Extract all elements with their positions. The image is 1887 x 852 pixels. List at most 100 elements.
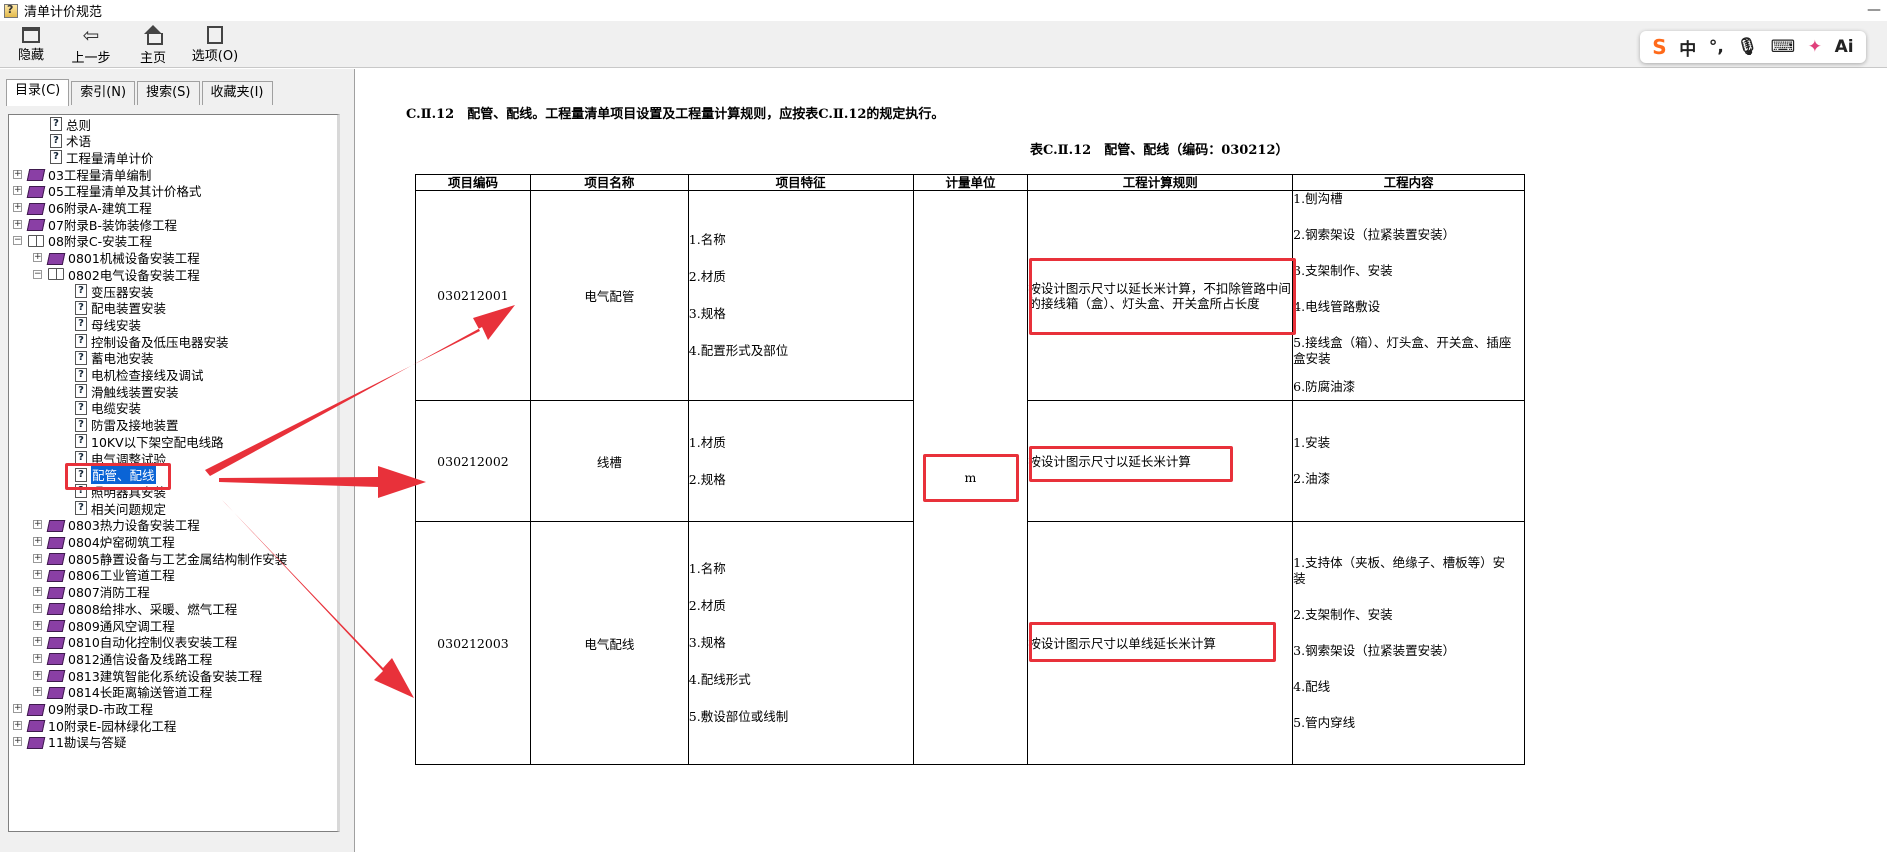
help-page-icon: ?: [75, 434, 87, 449]
expand-icon[interactable]: +: [13, 704, 22, 713]
tree-item[interactable]: +10附录E-园林绿化工程: [13, 717, 176, 734]
sogou-logo-icon[interactable]: S: [1652, 35, 1666, 59]
tree-item[interactable]: +03工程量清单编制: [13, 166, 151, 183]
content-item: 2.支架制作、安装: [1293, 607, 1393, 622]
minimize-icon[interactable]: —: [1867, 2, 1881, 18]
tree-item[interactable]: ? 电机检查接线及调试: [75, 367, 204, 383]
tree-item[interactable]: +0812通信设备及线路工程: [33, 650, 212, 667]
closed-book-icon: [28, 218, 44, 230]
tree-item[interactable]: +0814长距离输送管道工程: [33, 684, 212, 700]
tree-item[interactable]: +05工程量清单及其计价格式: [13, 183, 201, 199]
expand-icon[interactable]: +: [33, 603, 42, 613]
tree-item[interactable]: ? 蓄电池安装: [75, 350, 154, 366]
help-page-icon: ?: [75, 284, 87, 298]
help-page-icon: ?: [50, 117, 62, 131]
tree-item[interactable]: ? 总则: [50, 116, 91, 133]
tree-item[interactable]: ? 相关问题规定: [75, 500, 166, 517]
tree-item[interactable]: +09附录D-市政工程: [13, 701, 153, 717]
collapse-icon[interactable]: −: [33, 269, 42, 279]
item-features: 1.材质 2.规格: [687, 400, 914, 522]
hide-button[interactable]: 隐藏: [2, 24, 60, 66]
tree-item[interactable]: +0805静置设备与工艺金属结构制作安装: [33, 550, 287, 567]
expand-icon[interactable]: +: [13, 720, 22, 730]
tree-item[interactable]: +0813建筑智能化系统设备安装工程: [33, 667, 262, 684]
expand-icon[interactable]: +: [33, 587, 42, 597]
sticker-icon[interactable]: ✦: [1808, 37, 1822, 57]
help-page-icon: ?: [50, 133, 62, 148]
back-button[interactable]: ⇦ 上一步: [62, 24, 120, 66]
tree-item[interactable]: +0810自动化控制仪表安装工程: [33, 634, 237, 650]
home-button[interactable]: 主页: [124, 24, 182, 66]
expand-icon[interactable]: +: [13, 203, 22, 212]
expand-icon[interactable]: +: [33, 620, 42, 630]
closed-book-icon: [48, 519, 64, 531]
contents-tree[interactable]: ? 总则? 术语? 工程量清单计价 +03工程量清单编制 +05工程量清单及其计价格式 +0…: [8, 114, 340, 832]
tree-item[interactable]: ? 电缆安装: [75, 400, 141, 416]
rule-highlight-box: [1029, 622, 1276, 662]
tree-item[interactable]: −0802电气设备安装工程: [33, 266, 200, 283]
open-book-icon: [48, 268, 64, 281]
item-content: 1.支持体（夹板、绝缘子、槽板等）安装 2.支架制作、安装 3.钢索架设（拉紧装…: [1292, 521, 1525, 765]
section-heading: C.Ⅱ.12 配管、配线。工程量清单项目设置及工程量计算规则，应按表C.Ⅱ.12…: [406, 107, 945, 122]
tab-search[interactable]: 搜索(S): [137, 81, 200, 105]
rule-highlight-box: [1029, 258, 1296, 335]
tree-item[interactable]: +11勘误与答疑: [13, 734, 126, 750]
tree-item[interactable]: +0809通风空调工程: [33, 617, 175, 634]
tree-item[interactable]: ? 术语: [50, 133, 91, 149]
feature-item: 2.材质: [688, 598, 726, 613]
tree-item[interactable]: +06附录A-建筑工程: [13, 200, 152, 216]
item-name: 线槽: [529, 400, 689, 522]
expand-icon[interactable]: +: [33, 253, 42, 263]
options-button[interactable]: 选项(O): [186, 24, 244, 66]
tree-item[interactable]: ? 工程量清单计价: [50, 149, 154, 166]
tree-item[interactable]: ? 10KV以下架空配电线路: [75, 433, 224, 450]
tree-item[interactable]: ? 配电装置安装: [75, 300, 166, 316]
collapse-icon[interactable]: −: [13, 236, 22, 246]
expand-icon[interactable]: +: [33, 570, 42, 580]
content-item: 4.电线管路敷设: [1293, 299, 1381, 314]
tree-item[interactable]: +0806工业管道工程: [33, 567, 175, 583]
feature-item: 2.规格: [688, 471, 726, 487]
expand-icon[interactable]: +: [33, 553, 42, 563]
expand-icon[interactable]: +: [13, 219, 22, 229]
tree-item[interactable]: +0803热力设备安装工程: [33, 517, 200, 533]
expand-icon[interactable]: +: [13, 186, 22, 196]
content-item: 3.支架制作、安装: [1293, 263, 1393, 278]
expand-icon[interactable]: +: [33, 653, 42, 663]
tab-index[interactable]: 索引(N): [71, 81, 136, 105]
tab-contents[interactable]: 目录(C): [6, 79, 70, 106]
expand-icon[interactable]: +: [33, 670, 42, 680]
tree-item[interactable]: +0801机械设备安装工程: [33, 250, 200, 266]
closed-book-icon: [48, 686, 64, 698]
keyboard-icon[interactable]: ⌨: [1771, 37, 1796, 57]
expand-icon[interactable]: +: [13, 169, 22, 179]
closed-book-icon: [48, 252, 64, 264]
expand-icon[interactable]: +: [33, 537, 42, 546]
expand-icon[interactable]: +: [33, 637, 42, 647]
tree-item[interactable]: ? 滑触线装置安装: [75, 383, 179, 400]
microphone-icon[interactable]: 🎙: [1736, 37, 1758, 57]
item-features: 1.名称 2.材质 3.规格 4.配置形式及部位: [687, 190, 914, 401]
tab-favorites[interactable]: 收藏夹(I): [201, 81, 273, 105]
help-page-icon: ?: [75, 367, 87, 382]
closed-book-icon: [28, 185, 44, 197]
help-page-icon: ?: [75, 334, 87, 349]
expand-icon[interactable]: +: [33, 520, 42, 530]
punctuation-icon[interactable]: °,: [1709, 37, 1724, 57]
tree-item[interactable]: ? 控制设备及低压电器安装: [75, 333, 229, 350]
tree-item[interactable]: ? 防雷及接地装置: [75, 417, 179, 433]
expand-icon[interactable]: +: [33, 687, 42, 697]
tree-item[interactable]: +0807消防工程: [33, 584, 150, 600]
tree-item[interactable]: −08附录C-安装工程: [13, 233, 152, 249]
tree-item[interactable]: +0804炉窑砌筑工程: [33, 534, 175, 550]
closed-book-icon: [48, 569, 64, 581]
tree-item[interactable]: ? 变压器安装: [75, 283, 154, 300]
expand-icon[interactable]: +: [13, 737, 22, 747]
tree-item[interactable]: +0808给排水、采暖、燃气工程: [33, 600, 237, 617]
tree-item[interactable]: ? 母线安装: [75, 316, 141, 333]
chinese-mode-icon[interactable]: 中: [1679, 35, 1696, 60]
closed-book-icon: [28, 168, 44, 180]
tree-item[interactable]: +07附录B-装饰装修工程: [13, 216, 177, 233]
item-content: 1.刨沟槽 2.钢索架设（拉紧装置安装） 3.支架制作、安装 4.电线管路敷设 …: [1292, 190, 1525, 401]
ai-icon[interactable]: Ai: [1835, 37, 1854, 57]
